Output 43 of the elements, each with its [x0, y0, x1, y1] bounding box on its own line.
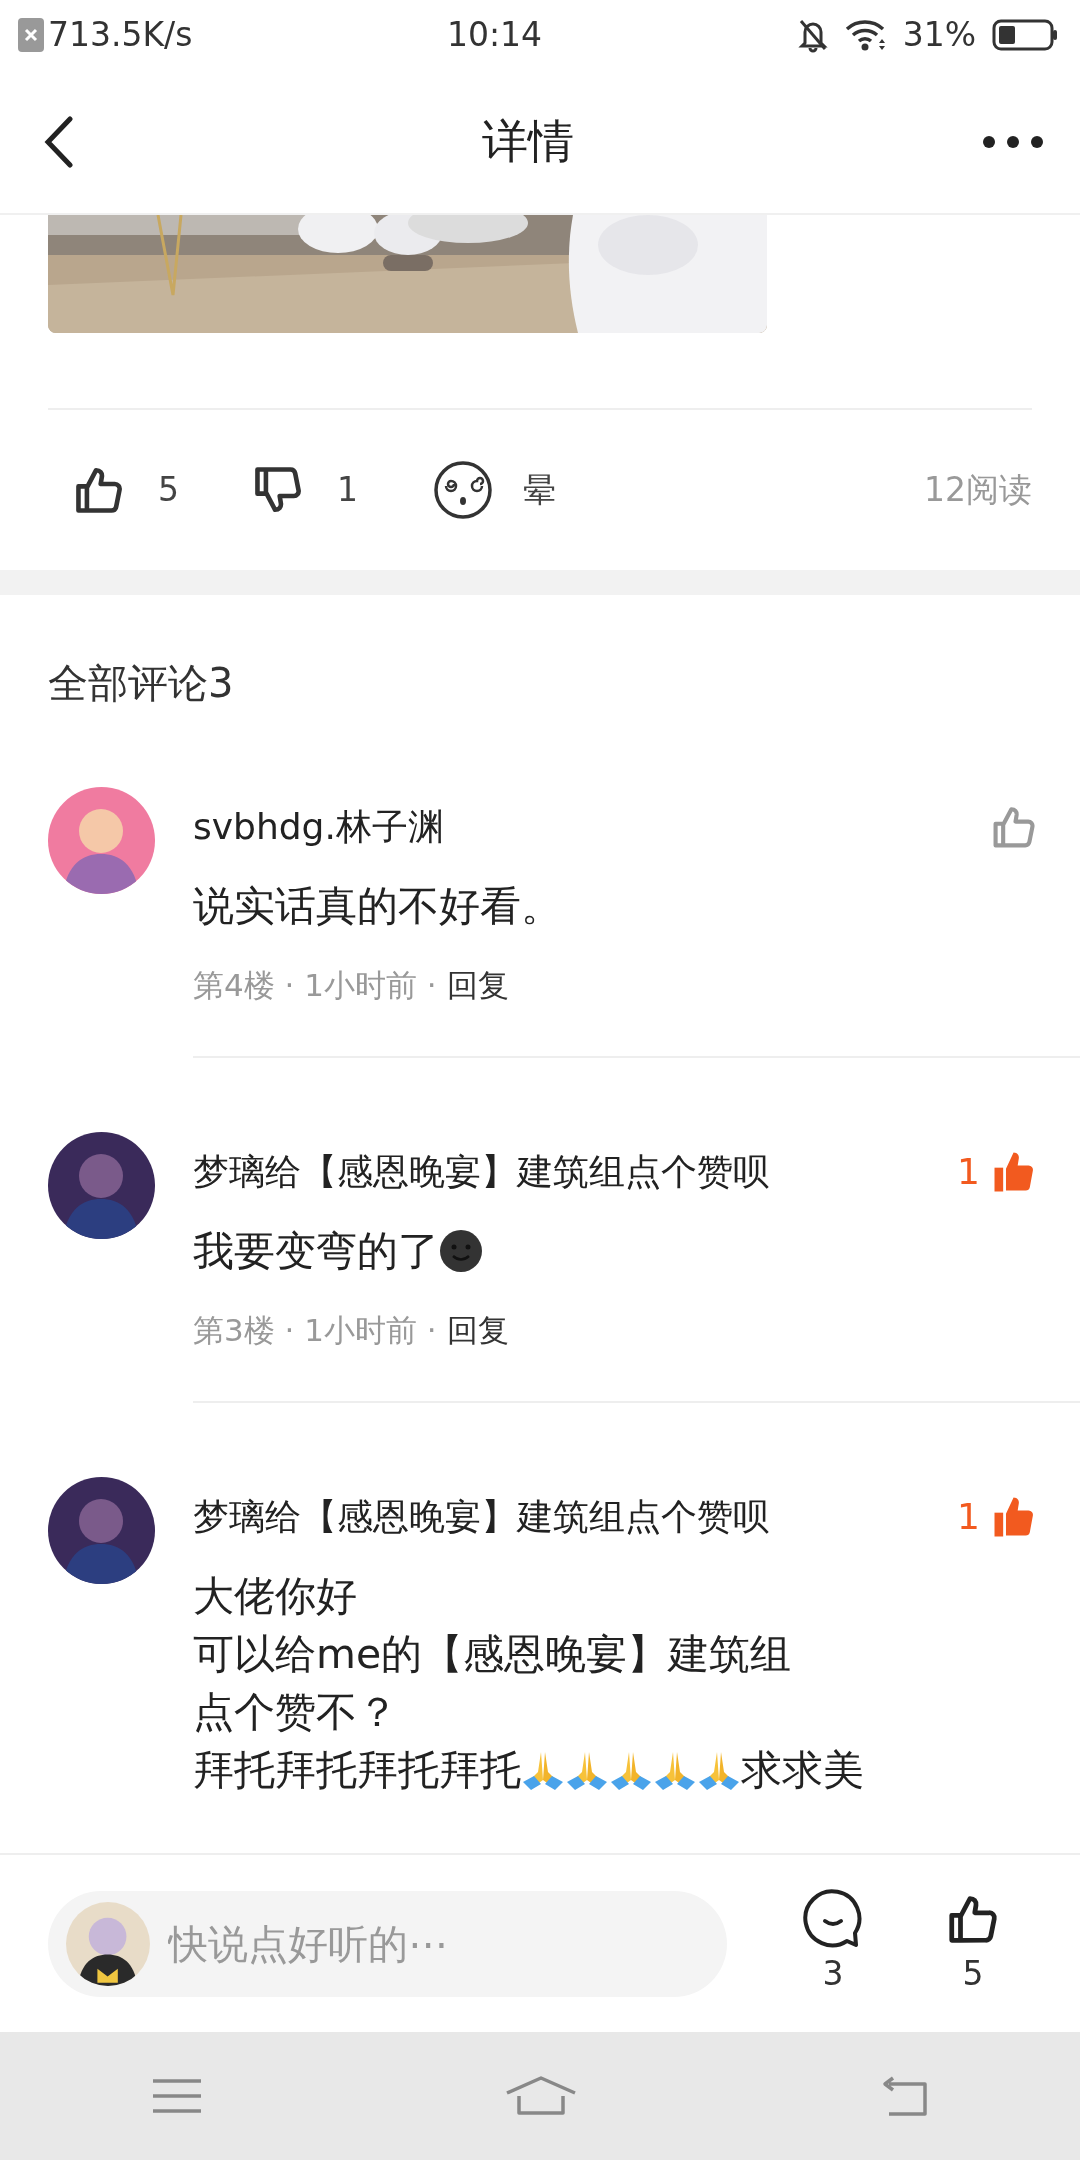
comment-text: 点个赞不？ — [193, 1687, 398, 1738]
smiley-face-icon — [439, 1229, 483, 1273]
count: 5 — [962, 1952, 984, 1995]
comment-text: 我要变弯的了 — [193, 1226, 439, 1277]
page-title: 详情 — [482, 113, 574, 170]
home-button[interactable] — [505, 2076, 577, 2116]
dizzy-face-icon[interactable] — [433, 460, 493, 520]
read-count: 12阅读 — [924, 469, 1032, 512]
reaction-count: 5 — [158, 469, 179, 512]
count: 3 — [822, 1952, 844, 1995]
comments-heading: 全部评论3 — [47, 659, 235, 708]
menu-button[interactable] — [151, 2077, 203, 2115]
comment-author: svbhdg.林子渊 — [193, 805, 444, 849]
comment-text: 说实话真的不好看。 — [193, 881, 562, 932]
comment-author: 梦璃给【感恩晚宴】建筑组点个赞呗 — [193, 1495, 769, 1539]
comment-meta: 第4楼 · 1小时前 · — [193, 967, 437, 1003]
back-icon — [44, 115, 74, 168]
more-icon — [982, 134, 1044, 149]
bell-off-icon — [796, 17, 829, 53]
comment-meta: 第3楼 · 1小时前 · — [193, 1312, 437, 1348]
comments-button[interactable] — [803, 1888, 863, 1949]
battery-icon — [992, 19, 1058, 51]
comment-text: 大佬你好 — [193, 1571, 357, 1622]
comment-author: 梦璃给【感恩晚宴】建筑组点个赞呗 — [193, 1150, 769, 1194]
reaction-label: 晕 — [523, 469, 556, 512]
comment-text: 可以给me的【感恩晚宴】建筑组 — [193, 1629, 792, 1680]
comment-text: 拜托拜托拜托拜托 — [193, 1745, 521, 1796]
reply-link[interactable]: 回复 — [446, 967, 509, 1003]
comment-text: 求求美 — [741, 1745, 864, 1796]
comment-icon — [803, 1888, 863, 1949]
reaction-count: 1 — [337, 469, 358, 512]
back-button[interactable] — [44, 115, 74, 168]
reply-link[interactable]: 回复 — [446, 1312, 509, 1348]
battery-percentage: 31% — [902, 14, 976, 57]
clock: 10:14 — [447, 14, 543, 57]
network-speed: 713.5K/s — [48, 14, 193, 57]
like-count: 1 — [957, 1150, 980, 1194]
menu-icon — [151, 2077, 203, 2115]
wifi-icon — [844, 19, 887, 51]
like-count: 1 — [957, 1495, 980, 1539]
close-icon — [18, 18, 44, 52]
more-button[interactable] — [982, 134, 1044, 149]
home-icon — [505, 2076, 577, 2116]
